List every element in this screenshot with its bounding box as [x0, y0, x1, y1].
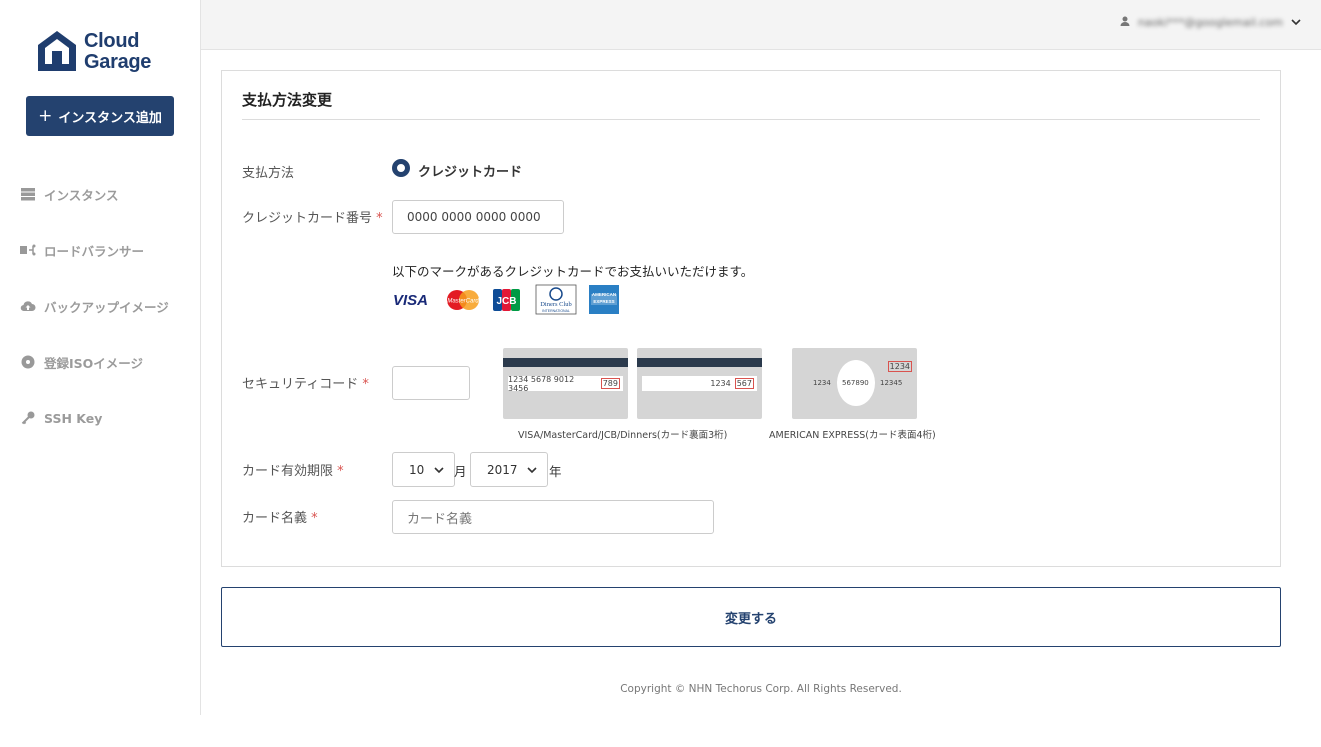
- svg-text:VISA: VISA: [393, 292, 428, 309]
- disc-icon: [20, 354, 36, 370]
- required-mark: *: [376, 211, 383, 226]
- mastercard-logo-icon: MasterCard: [447, 290, 479, 310]
- amex-front-image: 1234 1234 567890 12345: [792, 348, 917, 419]
- credit-card-option-label[interactable]: クレジットカード: [418, 161, 522, 180]
- logo-line-cloud: Cloud: [84, 30, 140, 52]
- magnetic-stripe: [637, 358, 762, 367]
- card-back-caption: VISA/MasterCard/JCB/Dinners(カード裏面3桁): [518, 430, 728, 441]
- card-name-input[interactable]: カード名義: [392, 500, 714, 534]
- diners-club-logo-icon: Diners Club INTERNATIONAL: [535, 284, 577, 315]
- security-code-input[interactable]: [392, 366, 470, 400]
- amex-number-right: 12345: [880, 379, 903, 387]
- user-icon: [1120, 16, 1130, 29]
- signature-panel: 1234 5678 9012 3456 789: [508, 374, 623, 393]
- sidebar-item-backup-image[interactable]: バックアップイメージ: [20, 296, 169, 316]
- logo-line-garage: Garage: [84, 51, 152, 73]
- card-name-placeholder: カード名義: [407, 511, 473, 527]
- svg-text:EXPRESS: EXPRESS: [593, 299, 614, 304]
- card-number-input[interactable]: 0000 0000 0000 0000: [392, 200, 564, 234]
- svg-text:INTERNATIONAL: INTERNATIONAL: [542, 309, 570, 313]
- top-bar: naoki***@googlemail.com: [201, 0, 1321, 50]
- page-title: 支払方法変更: [242, 91, 333, 109]
- month-unit: 月: [454, 464, 467, 479]
- sidebar-item-label: バックアップイメージ: [44, 299, 169, 315]
- card-front-caption: AMERICAN EXPRESS(カード表面4桁): [769, 430, 936, 441]
- required-mark: *: [311, 511, 318, 526]
- accepted-card-brands: VISA MasterCard JCB Diners Club INTERNAT…: [393, 284, 633, 315]
- card-back-number: 1234: [710, 379, 731, 388]
- add-instance-button[interactable]: + インスタンス追加: [26, 96, 174, 136]
- expiry-label: カード有効期限 *: [242, 460, 344, 479]
- sidebar-item-iso-image[interactable]: 登録ISOイメージ: [20, 352, 143, 372]
- expiry-label-text: カード有効期限: [242, 464, 334, 479]
- card-name-label: カード名義 *: [242, 507, 318, 526]
- card-back-number: 1234 5678 9012 3456: [508, 374, 575, 393]
- card-name-label-text: カード名義: [242, 511, 308, 526]
- magnetic-stripe: [503, 358, 628, 367]
- key-icon: [20, 410, 36, 426]
- sidebar-item-load-balancer[interactable]: ロードバランサー: [20, 240, 144, 260]
- card-number-label-text: クレジットカード番号: [242, 211, 373, 226]
- year-unit: 年: [549, 464, 562, 479]
- svg-text:AMERICAN: AMERICAN: [592, 292, 616, 297]
- house-logo-icon: [38, 31, 76, 71]
- expiry-year-select[interactable]: 2017: [470, 452, 548, 487]
- sidebar: Cloud Garage + インスタンス追加 インスタンス ロードバランサー …: [0, 0, 201, 715]
- card-back-image: 1234 5678 9012 3456 789: [503, 348, 628, 419]
- chevron-down-icon: [434, 463, 444, 477]
- security-code-label-text: セキュリティコード: [242, 377, 359, 392]
- signature-panel: 1234 567: [642, 376, 757, 391]
- sidebar-item-label: SSH Key: [44, 410, 103, 426]
- card-back-security-code: 789: [600, 378, 620, 389]
- add-instance-label: インスタンス追加: [58, 110, 162, 126]
- amex-logo-icon: AMERICAN EXPRESS: [589, 285, 619, 314]
- server-icon: [20, 186, 36, 202]
- amex-front-security-code: 1234: [887, 361, 912, 372]
- amex-number-mid: 567890: [842, 379, 869, 387]
- required-mark: *: [362, 377, 369, 392]
- submit-change-button[interactable]: 変更する: [221, 587, 1281, 647]
- credit-card-radio[interactable]: [392, 159, 410, 177]
- load-balancer-icon: [20, 242, 36, 258]
- payment-method-label: 支払方法: [242, 166, 295, 181]
- cloudgarage-logo[interactable]: Cloud Garage: [36, 29, 176, 79]
- card-number-label: クレジットカード番号 *: [242, 207, 383, 226]
- chevron-down-icon: [1291, 16, 1301, 29]
- amex-number-left: 1234: [813, 379, 831, 387]
- sidebar-item-ssh-key[interactable]: SSH Key: [20, 408, 102, 428]
- visa-logo-icon: VISA: [393, 292, 428, 309]
- svg-text:JCB: JCB: [496, 296, 516, 307]
- cloud-upload-icon: [20, 298, 36, 314]
- svg-text:MasterCard: MasterCard: [447, 299, 479, 305]
- card-back-image-2: 1234 567: [637, 348, 762, 419]
- expiry-month-value: 10: [409, 462, 425, 477]
- payment-form-panel: 支払方法変更 支払方法 クレジットカード クレジットカード番号 * 0000 0…: [221, 70, 1281, 567]
- sidebar-item-label: ロードバランサー: [44, 243, 145, 259]
- jcb-logo-icon: JCB: [493, 289, 520, 311]
- card-number-placeholder: 0000 0000 0000 0000: [407, 210, 541, 224]
- divider: [242, 119, 1260, 120]
- security-code-label: セキュリティコード *: [242, 373, 369, 392]
- expiry-year-value: 2017: [487, 462, 518, 477]
- svg-text:Diners Club: Diners Club: [540, 301, 572, 308]
- accepted-cards-note: 以下のマークがあるクレジットカードでお支払いいただけます。: [392, 264, 754, 279]
- required-mark: *: [337, 464, 344, 479]
- expiry-month-select[interactable]: 10: [392, 452, 455, 487]
- chevron-down-icon: [527, 463, 537, 477]
- user-menu[interactable]: naoki***@googlemail.com: [1120, 16, 1301, 29]
- sidebar-item-label: インスタンス: [44, 187, 119, 203]
- footer-copyright: Copyright © NHN Techorus Corp. All Right…: [620, 683, 902, 695]
- card-back-security-code: 567: [734, 378, 754, 389]
- sidebar-item-instances[interactable]: インスタンス: [20, 184, 119, 204]
- plus-icon: +: [38, 105, 53, 126]
- sidebar-item-label: 登録ISOイメージ: [44, 355, 144, 371]
- user-email: naoki***@googlemail.com: [1137, 16, 1283, 29]
